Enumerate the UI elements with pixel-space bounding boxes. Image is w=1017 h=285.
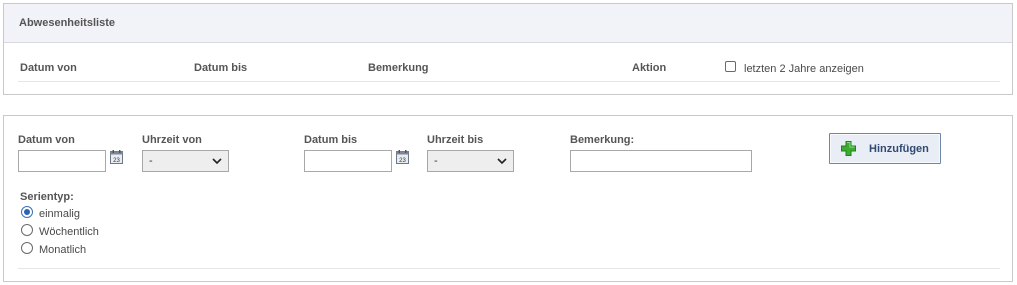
date-to-input[interactable] xyxy=(304,150,392,172)
time-to-label: Uhrzeit bis xyxy=(427,134,484,146)
show-two-years-checkbox[interactable] xyxy=(725,61,736,72)
date-to-label: Datum bis xyxy=(304,134,358,146)
series-option-once-label[interactable]: einmalig xyxy=(39,208,80,220)
column-header-action: Aktion xyxy=(632,62,667,74)
remark-input[interactable] xyxy=(570,150,752,172)
date-from-label: Datum von xyxy=(18,134,75,146)
remark-label: Bemerkung: xyxy=(570,134,635,146)
series-option-monthly-label[interactable]: Monatlich xyxy=(39,244,86,256)
calendar-icon[interactable]: 23 xyxy=(396,150,409,164)
plus-icon xyxy=(841,141,856,156)
form-divider xyxy=(18,268,1000,269)
calendar-icon[interactable]: 23 xyxy=(110,150,123,164)
absence-list-header: Abwesenheitsliste xyxy=(4,4,1012,43)
absence-list-panel: Abwesenheitsliste Datum von Datum bis Be… xyxy=(3,3,1013,95)
time-to-select[interactable]: - xyxy=(427,150,514,172)
series-radio-weekly[interactable] xyxy=(21,224,33,236)
series-option-weekly-label[interactable]: Wöchentlich xyxy=(39,226,99,238)
add-button-label: Hinzufügen xyxy=(869,143,929,155)
add-absence-form: Datum von 23 Uhrzeit von - Datum bis 23 … xyxy=(3,115,1013,282)
series-radio-once[interactable] xyxy=(21,206,33,218)
date-from-input[interactable] xyxy=(18,150,106,172)
column-header-date-to: Datum bis xyxy=(194,62,248,74)
time-from-label: Uhrzeit von xyxy=(142,134,202,146)
chevron-down-icon xyxy=(497,158,507,165)
time-to-selected-value: - xyxy=(434,155,438,167)
show-two-years-label[interactable]: letzten 2 Jahre anzeigen xyxy=(744,63,864,75)
series-radio-monthly[interactable] xyxy=(21,242,33,254)
add-button[interactable]: Hinzufügen xyxy=(829,133,941,164)
svg-text:23: 23 xyxy=(113,158,120,164)
absence-list-title: Abwesenheitsliste xyxy=(19,17,115,29)
svg-text:23: 23 xyxy=(399,158,406,164)
column-header-remark: Bemerkung xyxy=(368,62,429,74)
chevron-down-icon xyxy=(212,158,222,165)
time-from-selected-value: - xyxy=(149,155,153,167)
column-header-date-from: Datum von xyxy=(20,62,77,74)
table-divider xyxy=(18,81,1000,82)
time-from-select[interactable]: - xyxy=(142,150,229,172)
series-type-label: Serientyp: xyxy=(20,191,74,203)
